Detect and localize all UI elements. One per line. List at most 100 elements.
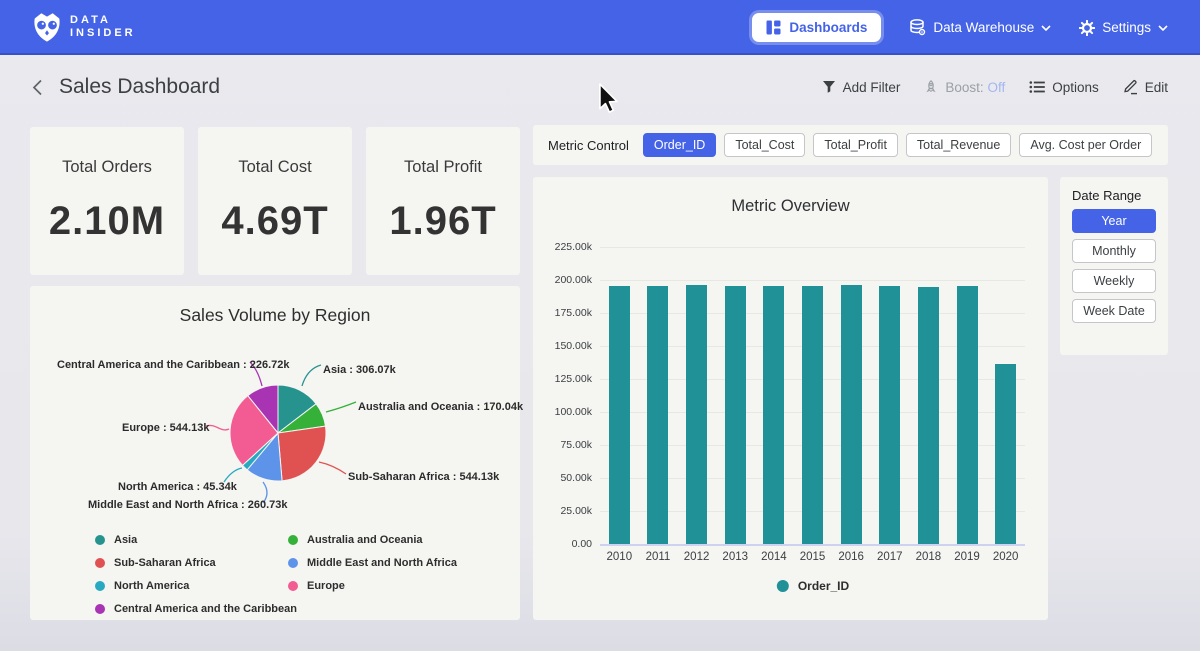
y-tick-label: 175.00k	[555, 307, 592, 319]
bar-2016[interactable]	[841, 285, 862, 544]
legend-dot	[95, 581, 105, 591]
settings-menu[interactable]: Settings	[1079, 20, 1168, 36]
legend-item-europe[interactable]: Europe	[288, 574, 457, 597]
bar-2015[interactable]	[802, 286, 823, 544]
date-range-label: Date Range	[1072, 188, 1156, 203]
legend-label: Australia and Oceania	[307, 534, 423, 546]
pie-label: Middle East and North Africa : 260.73k	[88, 499, 287, 511]
bar-chart-title: Metric Overview	[533, 197, 1048, 216]
date-range-button-weekly[interactable]: Weekly	[1072, 269, 1156, 293]
dashboard-grid-icon	[766, 20, 781, 35]
metric-button-total-revenue[interactable]: Total_Revenue	[906, 133, 1011, 157]
x-tick-label: 2012	[684, 551, 710, 563]
x-tick-label: 2010	[607, 551, 633, 563]
y-tick-label: 0.00	[572, 538, 592, 550]
metric-button-total-cost[interactable]: Total_Cost	[724, 133, 805, 157]
pie-chart: Central America and the Caribbean : 226.…	[30, 336, 520, 521]
bar-2010[interactable]	[609, 286, 630, 544]
pie-label: Asia : 306.07k	[323, 364, 396, 376]
y-tick-label: 25.00k	[560, 505, 592, 517]
bar-2017[interactable]	[879, 286, 900, 544]
date-range-buttons: Year Monthly Weekly Week Date	[1072, 209, 1156, 323]
legend-label: Europe	[307, 580, 345, 592]
legend-dot	[288, 558, 298, 568]
y-tick-label: 150.00k	[555, 340, 592, 352]
legend-label: Middle East and North Africa	[307, 557, 457, 569]
legend-item-sub-saharan-africa[interactable]: Sub-Saharan Africa	[95, 551, 297, 574]
leader-line-sub-saharan-africa	[319, 462, 346, 474]
chevron-down-icon	[1041, 25, 1051, 31]
dashboards-button[interactable]: Dashboards	[752, 13, 881, 42]
metric-control-buttons: Order_ID Total_Cost Total_Profit Total_Reve…	[643, 133, 1152, 157]
pie-label: Sub-Saharan Africa : 544.13k	[348, 471, 499, 483]
y-tick-label: 75.00k	[560, 439, 592, 451]
kpi-card-total-cost: Total Cost 4.69T	[198, 127, 352, 275]
chevron-down-icon	[1158, 25, 1168, 31]
kpi-card-total-profit: Total Profit 1.96T	[366, 127, 520, 275]
legend-label: North America	[114, 580, 189, 592]
kpi-value: 2.10M	[30, 199, 184, 244]
legend-label: Asia	[114, 534, 137, 546]
y-tick-label: 225.00k	[555, 241, 592, 253]
date-range-button-year[interactable]: Year	[1072, 209, 1156, 233]
legend-dot	[288, 581, 298, 591]
y-tick-label: 200.00k	[555, 274, 592, 286]
date-range-button-monthly[interactable]: Monthly	[1072, 239, 1156, 263]
leader-line-europe	[206, 425, 229, 430]
legend-item-australia-and-oceania[interactable]: Australia and Oceania	[288, 528, 457, 551]
legend-dot	[95, 604, 105, 614]
legend-dot	[95, 535, 105, 545]
add-filter-button[interactable]: Add Filter	[822, 80, 901, 95]
legend-item-central-america-and-the-caribbean[interactable]: Central America and the Caribbean	[95, 597, 297, 620]
metric-overview-card: Metric Overview 201020112012201320142015…	[533, 177, 1048, 620]
bar-2020[interactable]	[995, 364, 1016, 544]
rocket-icon	[924, 80, 938, 94]
metric-button-order-id[interactable]: Order_ID	[643, 133, 716, 157]
pie-slice-sub-saharan-africa[interactable]	[278, 426, 326, 481]
bar-2019[interactable]	[957, 286, 978, 544]
leader-line-asia	[302, 365, 321, 386]
pencil-icon	[1123, 79, 1138, 95]
boost-status: Off	[987, 80, 1005, 95]
metric-button-total-profit[interactable]: Total_Profit	[813, 133, 898, 157]
bar-2012[interactable]	[686, 285, 707, 545]
owl-logo-icon	[30, 10, 64, 44]
legend-label: Central America and the Caribbean	[114, 603, 297, 615]
pie-label: Central America and the Caribbean : 226.…	[57, 359, 290, 371]
x-axis-baseline	[600, 544, 1025, 546]
edit-button[interactable]: Edit	[1123, 79, 1168, 95]
boost-toggle[interactable]: Boost: Off	[924, 80, 1005, 95]
gridline	[600, 280, 1025, 281]
metric-control-label: Metric Control	[548, 138, 629, 153]
gridline	[600, 247, 1025, 248]
x-tick-label: 2013	[722, 551, 748, 563]
y-tick-label: 50.00k	[560, 472, 592, 484]
x-tick-label: 2015	[800, 551, 826, 563]
legend-label: Sub-Saharan Africa	[114, 557, 216, 569]
bar-plot	[600, 247, 1025, 544]
x-tick-label: 2017	[877, 551, 903, 563]
data-warehouse-menu[interactable]: Data Warehouse	[909, 19, 1051, 36]
bar-2011[interactable]	[647, 286, 668, 544]
bar-xticks: 2010201120122013201420152016201720182019…	[600, 551, 1025, 567]
bar-2014[interactable]	[763, 286, 784, 544]
kpi-label: Total Orders	[30, 158, 184, 177]
back-button[interactable]	[32, 79, 43, 96]
options-button[interactable]: Options	[1029, 80, 1099, 95]
page-header: Sales Dashboard Add Filter Boost: Off	[0, 55, 1200, 119]
top-nav: DATA INSIDER Dashboards	[0, 0, 1200, 55]
kpi-card-total-orders: Total Orders 2.10M	[30, 127, 184, 275]
legend-item-north-america[interactable]: North America	[95, 574, 297, 597]
legend-item-asia[interactable]: Asia	[95, 528, 297, 551]
list-options-icon	[1029, 80, 1045, 94]
x-tick-label: 2019	[954, 551, 980, 563]
legend-item-middle-east-and-north-africa[interactable]: Middle East and North Africa	[288, 551, 457, 574]
metric-button-avg-cost-per-order[interactable]: Avg. Cost per Order	[1019, 133, 1152, 157]
x-tick-label: 2014	[761, 551, 787, 563]
bar-2013[interactable]	[725, 286, 746, 544]
x-tick-label: 2020	[993, 551, 1019, 563]
bar-legend-item[interactable]: Order_ID	[777, 579, 849, 593]
x-tick-label: 2016	[838, 551, 864, 563]
bar-2018[interactable]	[918, 287, 939, 544]
date-range-button-week-date[interactable]: Week Date	[1072, 299, 1156, 323]
